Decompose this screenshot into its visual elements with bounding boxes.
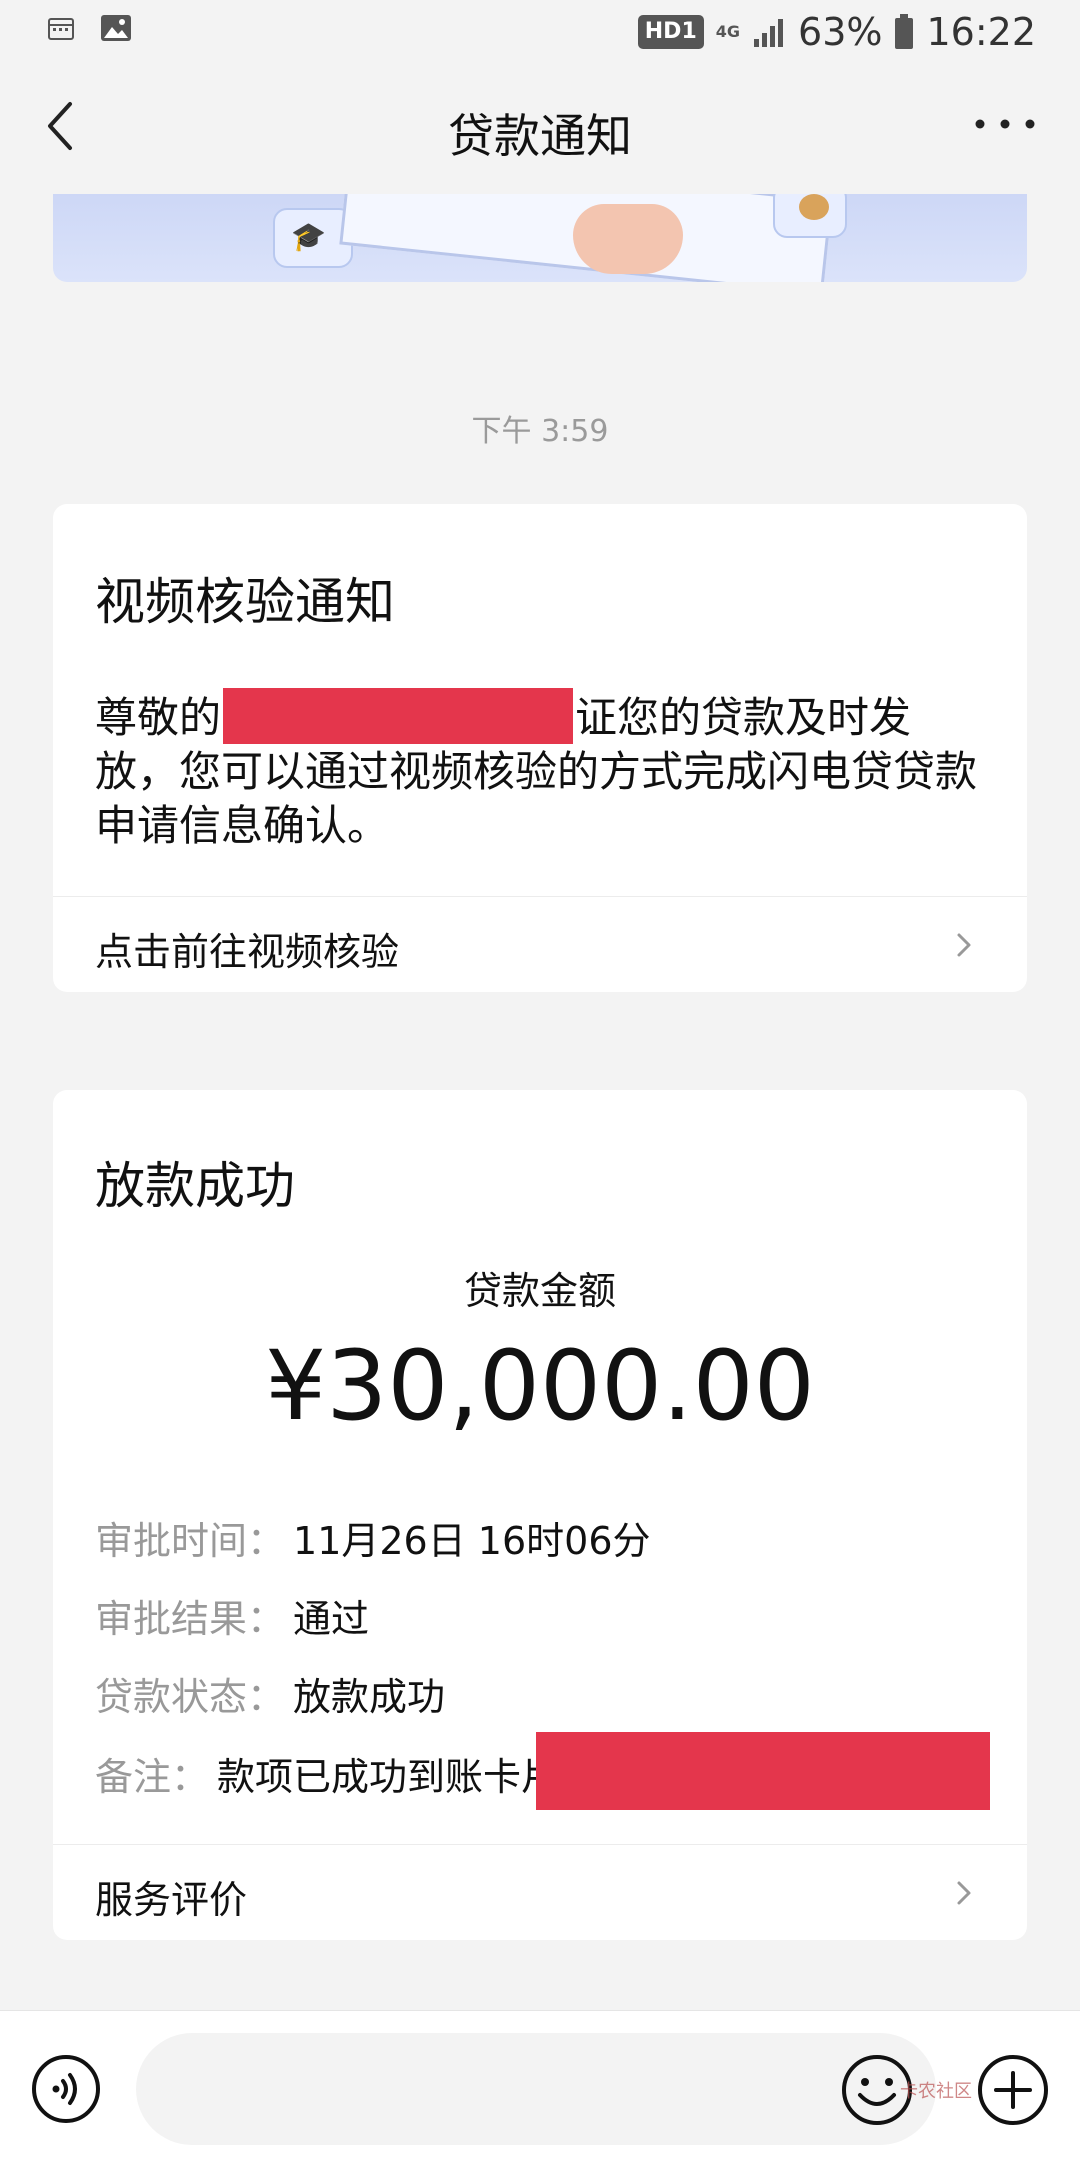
service-rating-link[interactable]: 服务评价 (53, 1845, 1027, 1941)
detail-key: 审批结果： (95, 1597, 286, 1641)
battery-percent: 63% (798, 10, 883, 54)
detail-value: 款项已成功到账卡片 (217, 1755, 560, 1799)
detail-key: 审批时间： (95, 1519, 286, 1563)
battery-icon (895, 14, 914, 49)
redaction-box (536, 1732, 990, 1810)
card-body: 尊敬的 证您的贷款及时发放，您可以通过视频核验的方式完成闪电贷贷款申请信息确认。 (95, 688, 995, 853)
hd-badge: HD1 (637, 15, 704, 49)
nav-bar: 贷款通知 (0, 64, 1080, 194)
plus-icon (978, 2055, 1048, 2125)
coin-icon (799, 194, 829, 220)
graduation-cap-icon: 🎓 (291, 220, 326, 253)
watermark-logo: 卡农社区 (900, 2081, 972, 2102)
detail-row-loan-status: 贷款状态： 放款成功 (95, 1666, 445, 1721)
detail-value: 放款成功 (293, 1675, 446, 1719)
promo-banner[interactable]: 🎓 (53, 194, 1027, 282)
signal-icon (754, 19, 784, 47)
video-verification-link[interactable]: 点击前往视频核验 (53, 897, 1027, 993)
more-icon (975, 119, 1035, 129)
detail-row-approval-time: 审批时间： 11月26日 16时06分 (95, 1510, 651, 1565)
detail-value: 11月26日 16时06分 (293, 1519, 651, 1563)
detail-key: 备注： (95, 1755, 210, 1799)
link-label: 服务评价 (95, 1878, 248, 1922)
input-bar: 卡农社区 (0, 2010, 1080, 2161)
redaction-box (223, 688, 574, 744)
link-label: 点击前往视频核验 (95, 930, 400, 974)
amount-label: 贷款金额 (463, 1269, 616, 1313)
calendar-icon (48, 18, 74, 40)
banner-hand-illustration (573, 204, 683, 274)
clock: 16:22 (926, 10, 1036, 54)
network-indicator: 4G (715, 22, 741, 41)
detail-value: 通过 (293, 1597, 370, 1641)
voice-button[interactable] (30, 2053, 102, 2125)
message-timestamp: 下午 3:59 (471, 414, 609, 449)
loan-amount: ¥30,000.00 (265, 1330, 815, 1442)
page-title: 贷款通知 (448, 109, 632, 163)
detail-row-remark: 备注： 款项已成功到账卡片 (95, 1746, 559, 1801)
chevron-right-icon (957, 933, 971, 957)
status-bar: HD1 4G 63% 16:22 (0, 0, 1080, 64)
body-prefix: 尊敬的 (95, 693, 222, 742)
message-input[interactable] (136, 2033, 936, 2145)
detail-key: 贷款状态： (95, 1675, 286, 1719)
detail-row-approval-result: 审批结果： 通过 (95, 1588, 369, 1643)
loan-disbursed-card: 放款成功 贷款金额 ¥30,000.00 审批时间： 11月26日 16时06分… (53, 1090, 1027, 1940)
image-icon (101, 15, 131, 41)
card-title: 放款成功 (95, 1157, 295, 1215)
voice-icon (32, 2055, 100, 2123)
more-button[interactable] (970, 94, 1040, 164)
chevron-right-icon (957, 1881, 971, 1905)
video-verification-card: 视频核验通知 尊敬的 证您的贷款及时发放，您可以通过视频核验的方式完成闪电贷贷款申… (53, 504, 1027, 992)
more-actions-button[interactable] (976, 2053, 1050, 2127)
card-title: 视频核验通知 (95, 573, 395, 631)
